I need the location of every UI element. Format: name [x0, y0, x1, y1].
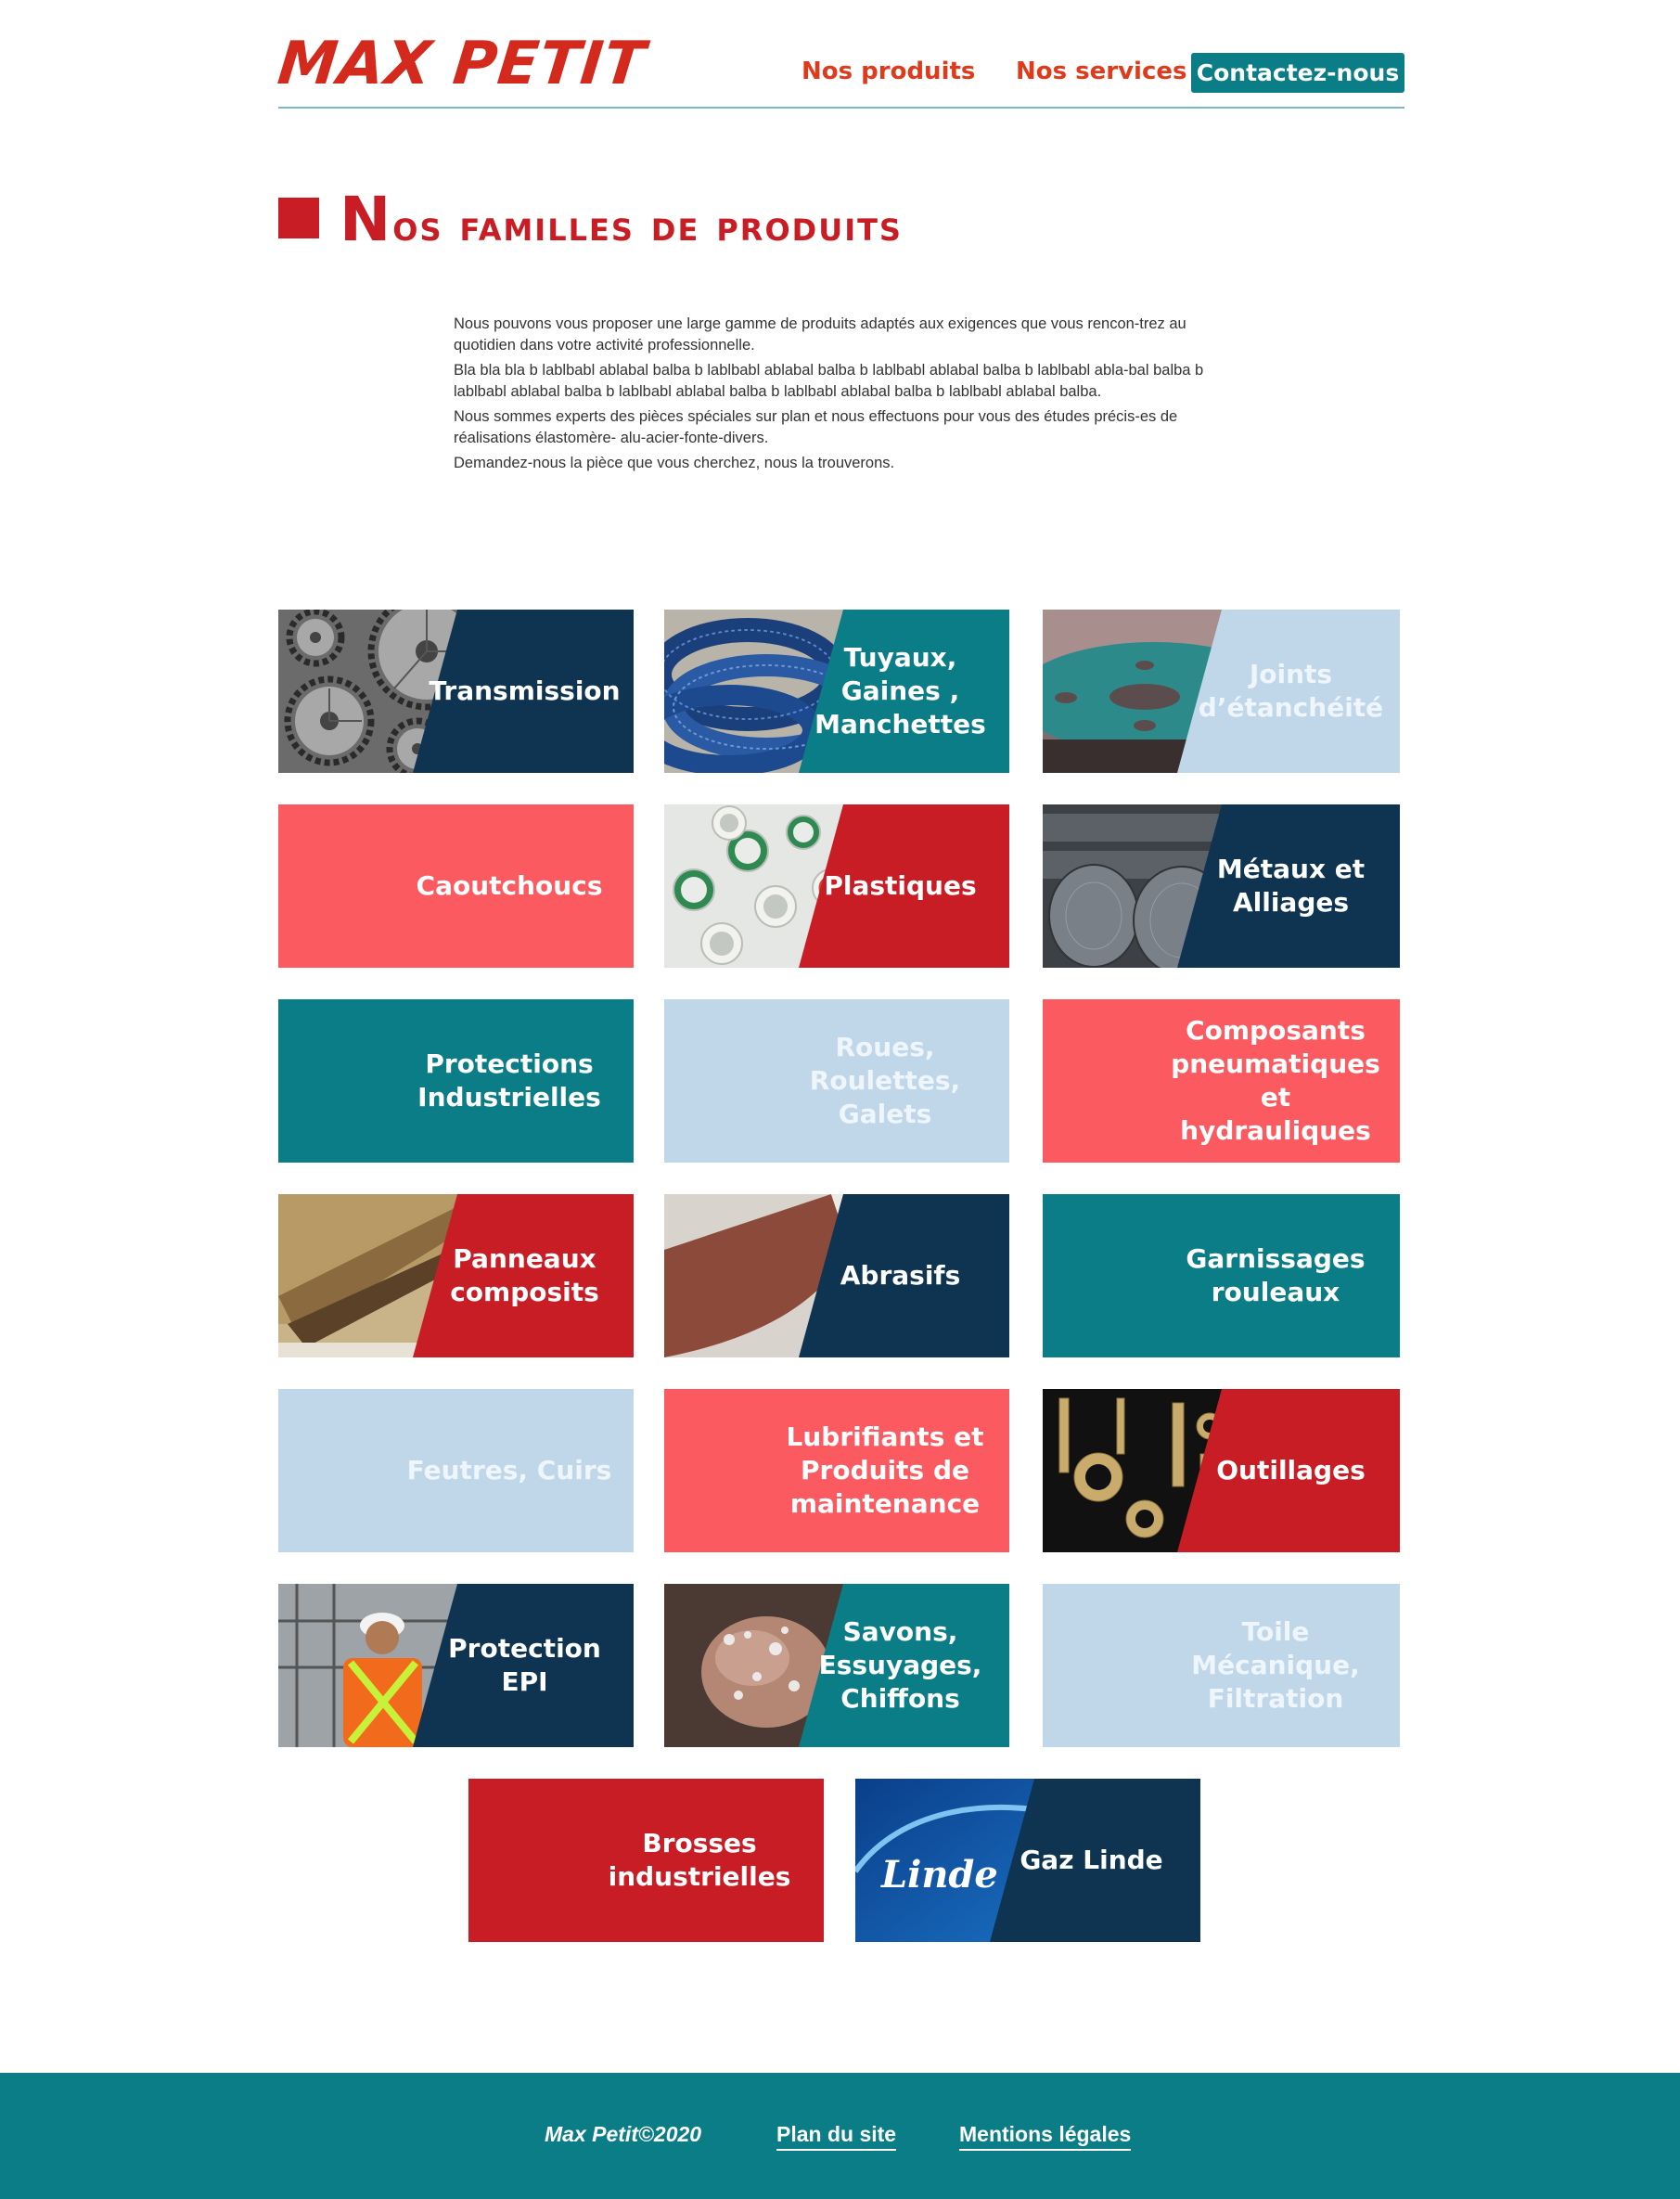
product-tile[interactable]: Garnissages rouleaux: [1043, 1194, 1400, 1357]
product-tile[interactable]: Métaux et Alliages: [1043, 804, 1400, 968]
intro-text: Nous pouvons vous proposer une large gam…: [454, 314, 1205, 478]
nav-services-link[interactable]: Nos services: [1016, 58, 1186, 85]
product-tile-label: Roues, Roulettes, Galets: [809, 1032, 961, 1129]
product-tile-label: Métaux et Alliages: [1216, 854, 1366, 918]
product-tile[interactable]: Protections Industrielles: [278, 999, 634, 1163]
product-tile-label: Protection EPI: [448, 1633, 601, 1697]
contact-button[interactable]: Contactez-nous: [1191, 53, 1404, 93]
product-tile[interactable]: Savons, Essuyages, Chiffons: [664, 1584, 1009, 1747]
product-tile-label: Transmission: [429, 675, 621, 706]
product-tile-label: Lubrifiants et Produits de maintenance: [786, 1421, 984, 1519]
intro-paragraph: Nous pouvons vous proposer une large gam…: [454, 315, 1186, 354]
product-tile-label: Protections Industrielles: [417, 1048, 601, 1112]
intro-paragraph: Nous sommes experts des pièces spéciales…: [454, 408, 1178, 446]
linde-logo-text: Linde: [881, 1853, 998, 1897]
product-tile[interactable]: Joints d’étanchéité: [1043, 610, 1400, 773]
product-tile[interactable]: Panneaux composits: [278, 1194, 634, 1357]
footer-copyright: Max Petit©2020: [545, 2122, 702, 2146]
product-tile[interactable]: Protection EPI: [278, 1584, 634, 1747]
header-divider: [278, 107, 1404, 109]
legal-notice-link[interactable]: Mentions légales: [959, 2122, 1132, 2151]
product-tile-label: Caoutchoucs: [416, 870, 603, 901]
product-tile[interactable]: Toile Mécanique, Filtration: [1043, 1584, 1400, 1747]
product-tile[interactable]: Caoutchoucs: [278, 804, 634, 968]
page-title-initial: N: [340, 184, 393, 255]
product-tile[interactable]: Outillages: [1043, 1389, 1400, 1552]
product-tile-label: Composants pneumatiques et hydrauliques: [1171, 1015, 1380, 1146]
product-tile-label: Toile Mécanique, Filtration: [1191, 1616, 1360, 1714]
product-tile[interactable]: Linde Gaz Linde: [855, 1779, 1200, 1942]
product-tile[interactable]: Tuyaux, Gaines , Manchettes: [664, 610, 1009, 773]
product-tile[interactable]: Roues, Roulettes, Galets: [664, 999, 1009, 1163]
product-tile[interactable]: Brosses industrielles: [468, 1779, 824, 1942]
product-tile-label: Joints d’étanchéité: [1198, 659, 1384, 723]
intro-paragraph: Bla bla bla b lablbabl ablabal balba b l…: [454, 362, 1204, 400]
product-tile-label: Plastiques: [824, 870, 977, 901]
product-tile[interactable]: Feutres, Cuirs: [278, 1389, 634, 1552]
product-tile-label: Panneaux composits: [450, 1243, 599, 1307]
product-tile-label: Tuyaux, Gaines , Manchettes: [814, 642, 986, 739]
product-tile-label: Feutres, Cuirs: [406, 1455, 612, 1485]
product-tile[interactable]: Plastiques: [664, 804, 1009, 968]
product-tile-label: Abrasifs: [840, 1260, 961, 1291]
product-tile-label: Brosses industrielles: [608, 1828, 791, 1892]
page-title: Nos familles de produits: [340, 184, 903, 255]
product-tile-label: Gaz Linde: [1020, 1845, 1163, 1875]
nav-products-link[interactable]: Nos produits: [802, 58, 975, 85]
product-tile-label: Savons, Essuyages, Chiffons: [818, 1616, 982, 1714]
sitemap-link[interactable]: Plan du site: [776, 2122, 897, 2151]
product-tile-label: Outillages: [1216, 1455, 1366, 1485]
product-tile[interactable]: Transmission: [278, 610, 634, 773]
page-title-text: os familles de produits: [392, 200, 903, 251]
intro-paragraph: Demandez-nous la pièce que vous cherchez…: [454, 455, 895, 471]
brand-logo[interactable]: MAX PETIT: [275, 30, 648, 98]
product-tile-label: Garnissages rouleaux: [1186, 1243, 1366, 1307]
product-tile[interactable]: Abrasifs: [664, 1194, 1009, 1357]
product-tile[interactable]: Composants pneumatiques et hydrauliques: [1043, 999, 1400, 1163]
product-tile[interactable]: Lubrifiants et Produits de maintenance: [664, 1389, 1009, 1552]
title-marker: [278, 198, 319, 238]
